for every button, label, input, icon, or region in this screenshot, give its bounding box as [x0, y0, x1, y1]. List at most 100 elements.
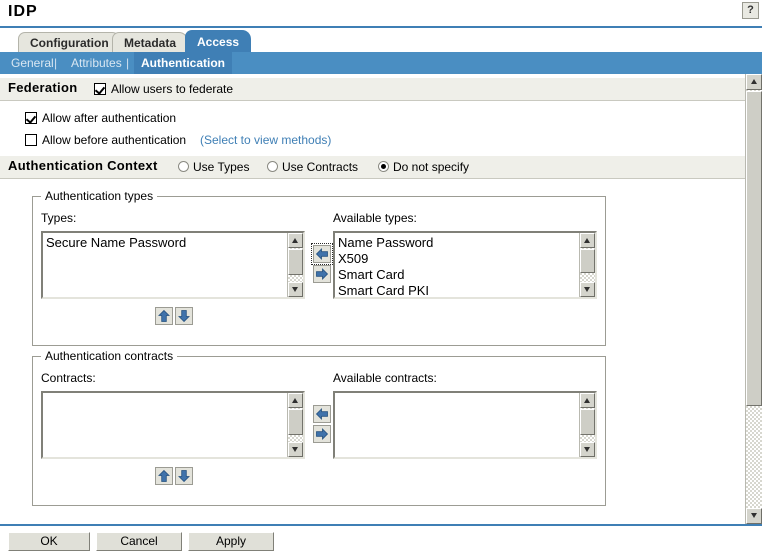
types-label: Types:	[41, 211, 77, 225]
triangle-down-icon	[292, 287, 298, 292]
scroll-up-button[interactable]	[288, 233, 303, 248]
arrow-down-icon	[178, 470, 190, 483]
triangle-down-icon	[584, 287, 590, 292]
tab-strip: Configuration Metadata Access	[0, 28, 762, 53]
scroll-up-button[interactable]	[580, 233, 595, 248]
triangle-up-icon	[584, 398, 590, 403]
radio-use-types[interactable]	[178, 161, 189, 172]
allow-users-to-federate-label[interactable]: Allow users to federate	[111, 82, 233, 96]
available-types-listbox-items: Name Password X509 Smart Card Smart Card…	[335, 233, 578, 297]
allow-before-authentication-checkbox[interactable]	[25, 134, 37, 146]
triangle-down-icon	[584, 447, 590, 452]
page-header: IDP ?	[0, 0, 762, 28]
tab-configuration[interactable]: Configuration	[18, 32, 121, 53]
arrow-right-icon	[316, 268, 329, 280]
radio-use-contracts[interactable]	[267, 161, 278, 172]
contracts-listbox-scrollbar[interactable]	[287, 393, 303, 457]
triangle-up-icon	[750, 79, 757, 84]
allow-after-authentication-checkbox[interactable]	[25, 112, 37, 124]
authentication-types-fieldset: Authentication types Types: Secure Name …	[32, 189, 606, 346]
footer: OK Cancel Apply	[0, 524, 762, 551]
radio-do-not-specify[interactable]	[378, 161, 389, 172]
available-contracts-listbox-items	[335, 393, 578, 395]
ok-button[interactable]: OK	[8, 532, 90, 551]
federation-section-title: Federation	[8, 80, 78, 95]
scrollbar-thumb[interactable]	[288, 249, 303, 275]
footer-divider	[0, 524, 762, 526]
subtab-separator-1: |	[54, 56, 58, 70]
scroll-down-button[interactable]	[580, 442, 595, 457]
contracts-move-left-button[interactable]	[313, 405, 331, 423]
apply-button[interactable]: Apply	[188, 532, 274, 551]
available-types-listbox-scrollbar[interactable]	[579, 233, 595, 297]
list-item[interactable]: X509	[338, 251, 578, 267]
contracts-listbox-items	[43, 393, 286, 395]
arrow-left-icon	[315, 408, 328, 420]
radio-do-not-specify-label[interactable]: Do not specify	[393, 160, 469, 174]
arrow-down-icon	[178, 310, 190, 323]
select-to-view-methods-link[interactable]: (Select to view methods)	[200, 133, 331, 147]
arrow-right-icon	[316, 428, 329, 440]
page-scroll-up-button[interactable]	[746, 74, 762, 90]
triangle-down-icon	[292, 447, 298, 452]
triangle-down-icon	[750, 513, 757, 518]
contracts-move-up-button[interactable]	[155, 467, 173, 485]
available-types-listbox[interactable]: Name Password X509 Smart Card Smart Card…	[333, 231, 597, 299]
content-area: Federation Allow users to federate Allow…	[0, 74, 745, 524]
subtab-strip: General | Attributes | Authentication	[0, 52, 762, 74]
list-item[interactable]: Secure Name Password	[46, 235, 286, 251]
list-item[interactable]: Name Password	[338, 235, 578, 251]
allow-after-authentication-label[interactable]: Allow after authentication	[42, 111, 176, 125]
types-listbox[interactable]: Secure Name Password	[41, 231, 305, 299]
available-contracts-listbox-scrollbar[interactable]	[579, 393, 595, 457]
cancel-button[interactable]: Cancel	[96, 532, 182, 551]
triangle-up-icon	[292, 398, 298, 403]
radio-use-types-label[interactable]: Use Types	[193, 160, 249, 174]
subtab-authentication[interactable]: Authentication	[134, 52, 232, 74]
scrollbar-thumb[interactable]	[288, 409, 303, 435]
authentication-context-section-bar: Authentication Context Use Types Use Con…	[0, 156, 745, 179]
tab-access[interactable]: Access	[185, 30, 252, 53]
authentication-contracts-fieldset: Authentication contracts Contracts: Avai…	[32, 349, 606, 506]
contracts-listbox[interactable]	[41, 391, 305, 459]
arrow-up-icon	[158, 469, 170, 482]
subtab-attributes[interactable]: Attributes	[64, 52, 129, 74]
scrollbar-thumb[interactable]	[580, 409, 595, 435]
tab-metadata[interactable]: Metadata	[112, 32, 189, 53]
types-move-right-button[interactable]	[313, 265, 331, 283]
scroll-up-button[interactable]	[580, 393, 595, 408]
radio-use-contracts-label[interactable]: Use Contracts	[282, 160, 358, 174]
page-scrollbar-thumb[interactable]	[746, 91, 762, 406]
types-move-down-button[interactable]	[175, 307, 193, 325]
allow-users-to-federate-checkbox[interactable]	[94, 83, 106, 95]
authentication-types-legend: Authentication types	[41, 189, 158, 203]
scrollbar-thumb[interactable]	[580, 249, 595, 273]
available-types-label: Available types:	[333, 211, 417, 225]
triangle-up-icon	[584, 238, 590, 243]
allow-before-authentication-label[interactable]: Allow before authentication	[42, 133, 186, 147]
scroll-up-button[interactable]	[288, 393, 303, 408]
types-move-up-button[interactable]	[155, 307, 173, 325]
triangle-up-icon	[292, 238, 298, 243]
page-scrollbar[interactable]	[745, 74, 762, 524]
scroll-down-button[interactable]	[288, 282, 303, 297]
scroll-down-button[interactable]	[580, 282, 595, 297]
available-contracts-listbox[interactable]	[333, 391, 597, 459]
page-scroll-down-button[interactable]	[746, 508, 762, 524]
types-listbox-items: Secure Name Password	[43, 233, 286, 251]
help-button[interactable]: ?	[742, 2, 759, 19]
scroll-down-button[interactable]	[288, 442, 303, 457]
contracts-label: Contracts:	[41, 371, 96, 385]
arrow-up-icon	[158, 309, 170, 322]
subtab-general[interactable]: General	[4, 52, 61, 74]
federation-section-bar: Federation Allow users to federate	[0, 78, 745, 101]
available-contracts-label: Available contracts:	[333, 371, 437, 385]
page-title: IDP	[8, 3, 38, 20]
contracts-move-down-button[interactable]	[175, 467, 193, 485]
types-listbox-scrollbar[interactable]	[287, 233, 303, 297]
authentication-contracts-legend: Authentication contracts	[41, 349, 178, 363]
list-item[interactable]: Smart Card PKI	[338, 283, 578, 297]
list-item[interactable]: Smart Card	[338, 267, 578, 283]
types-move-left-button[interactable]	[311, 243, 333, 265]
contracts-move-right-button[interactable]	[313, 425, 331, 443]
